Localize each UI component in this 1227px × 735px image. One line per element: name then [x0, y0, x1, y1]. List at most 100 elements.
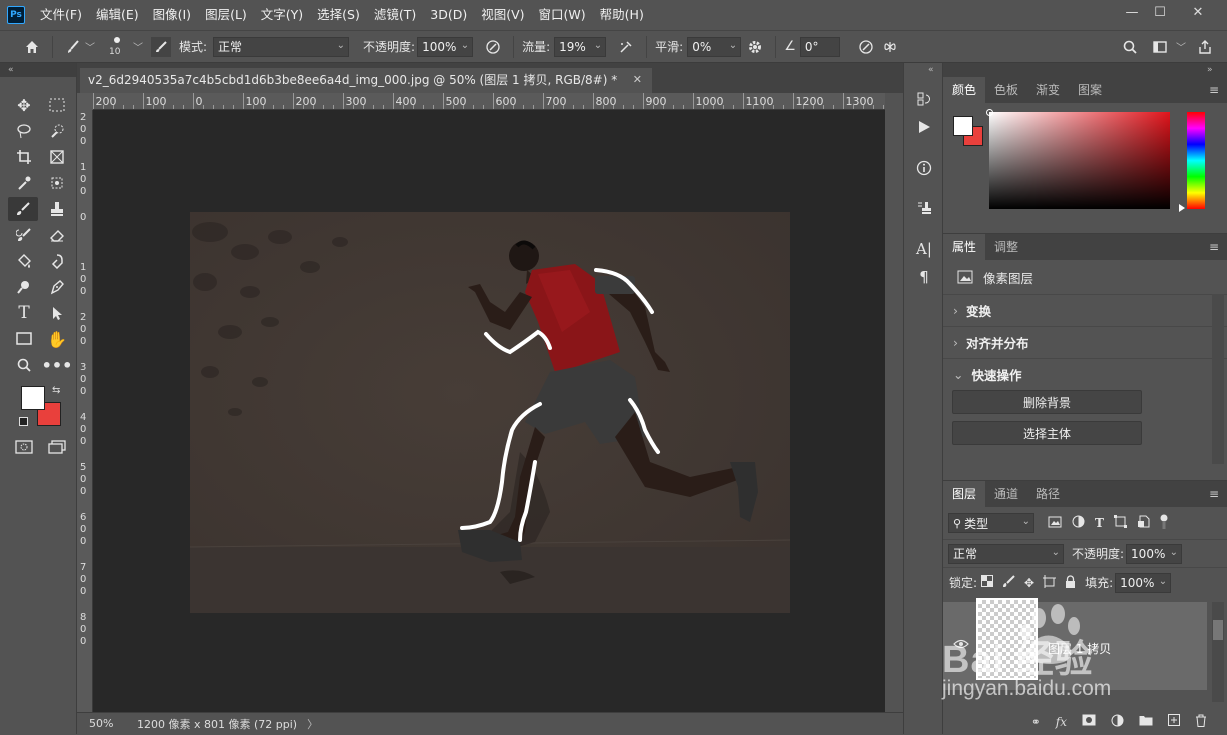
menu-edit[interactable]: 编辑(E) — [89, 0, 146, 30]
eyedropper-tool-icon[interactable] — [10, 171, 38, 195]
chevron-down-icon[interactable]: ﹀ — [133, 39, 143, 54]
move-tool-icon[interactable]: ✥ — [10, 93, 38, 117]
home-icon[interactable] — [20, 36, 44, 58]
maximize-icon[interactable]: ☐ — [1146, 0, 1174, 24]
minimize-icon[interactable]: — — [1118, 0, 1146, 24]
share-icon[interactable] — [1193, 36, 1217, 58]
collapse-arrows-icon[interactable]: » — [943, 63, 1227, 77]
more-tools-icon[interactable]: ••• — [42, 353, 73, 377]
airbrush-icon[interactable] — [614, 36, 638, 58]
pressure-size-icon[interactable] — [854, 36, 878, 58]
path-selection-tool-icon[interactable] — [43, 301, 71, 325]
link-layers-icon[interactable]: ⚭ — [1031, 715, 1041, 729]
flow-input[interactable]: 19% ⌄ — [554, 36, 607, 57]
menu-select[interactable]: 选择(S) — [310, 0, 367, 30]
hue-slider-marker[interactable] — [1179, 204, 1185, 212]
screen-mode-icon[interactable] — [43, 435, 71, 459]
document-tab[interactable]: v2_6d2940535a7c4b5cbd1d6b3be8ee6a4d_img_… — [80, 68, 652, 93]
pressure-opacity-icon[interactable] — [481, 36, 505, 58]
menu-file[interactable]: 文件(F) — [33, 0, 89, 30]
fx-icon[interactable]: fx — [1056, 715, 1067, 729]
section-align-distribute[interactable]: › 对齐并分布 — [943, 326, 1227, 358]
eraser-tool-icon[interactable] — [43, 223, 71, 247]
filter-shape-icon[interactable] — [1113, 515, 1127, 531]
menu-window[interactable]: 窗口(W) — [532, 0, 593, 30]
paragraph-icon[interactable]: ¶ — [912, 265, 936, 289]
chevron-down-icon[interactable]: ﹀ — [85, 39, 95, 54]
add-mask-icon[interactable] — [1082, 714, 1096, 729]
object-selection-tool-icon[interactable] — [43, 171, 71, 195]
actions-play-icon[interactable] — [912, 115, 936, 139]
collapse-arrows-icon[interactable]: « — [0, 63, 76, 77]
layer-name[interactable]: 图层 1 拷贝 — [1048, 640, 1111, 657]
section-transform[interactable]: › 变换 — [943, 294, 1227, 326]
expand-arrows-icon[interactable]: « — [928, 65, 934, 75]
filter-type-icon[interactable]: T — [1095, 516, 1104, 530]
history-icon[interactable] — [912, 87, 936, 111]
tab-patterns[interactable]: 图案 — [1069, 77, 1111, 103]
filter-toggle-icon[interactable] — [1160, 514, 1168, 533]
workspace-icon[interactable] — [1148, 36, 1172, 58]
tab-swatches[interactable]: 色板 — [985, 77, 1027, 103]
brush-size-picker[interactable]: 10 — [105, 32, 129, 62]
info-icon[interactable] — [912, 156, 936, 180]
close-icon[interactable]: ✕ — [1181, 0, 1215, 24]
fill-input[interactable]: 100% ⌄ — [1115, 572, 1172, 593]
mode-select[interactable]: 正常 ⌄ — [213, 36, 350, 57]
history-brush-tool-icon[interactable] — [10, 223, 38, 247]
search-icon[interactable] — [1118, 36, 1142, 58]
tab-channels[interactable]: 通道 — [985, 481, 1027, 507]
color-picker-field[interactable] — [989, 112, 1170, 209]
lock-all-icon[interactable] — [1065, 574, 1076, 591]
layer-opacity-input[interactable]: 100% ⌄ — [1126, 543, 1183, 564]
brush-tool-icon[interactable] — [8, 197, 38, 221]
dodge-tool-icon[interactable] — [10, 275, 38, 299]
document-image[interactable] — [190, 212, 790, 613]
pen-tool-icon[interactable] — [43, 275, 71, 299]
remove-background-button[interactable]: 删除背景 — [952, 390, 1142, 414]
tab-paths[interactable]: 路径 — [1027, 481, 1069, 507]
layers-scrollbar[interactable] — [1212, 602, 1224, 702]
character-icon[interactable]: A| — [912, 237, 936, 261]
chevron-down-icon[interactable]: ﹀ — [1176, 39, 1186, 54]
select-subject-button[interactable]: 选择主体 — [952, 421, 1142, 445]
delete-layer-icon[interactable] — [1195, 714, 1207, 730]
tab-layers[interactable]: 图层 — [943, 481, 986, 507]
lock-pixels-icon[interactable] — [1002, 574, 1015, 591]
opacity-input[interactable]: 100% ⌄ — [417, 36, 474, 57]
brush-preset-icon[interactable] — [61, 36, 85, 58]
tab-adjustments[interactable]: 调整 — [985, 234, 1027, 260]
marquee-tool-icon[interactable] — [43, 93, 71, 117]
filter-pixel-icon[interactable] — [1048, 516, 1062, 531]
vertical-scrollbar[interactable] — [885, 93, 903, 712]
tab-close-icon[interactable]: ✕ — [633, 68, 642, 92]
new-layer-icon[interactable] — [1168, 714, 1180, 729]
symmetry-icon[interactable] — [878, 36, 902, 58]
color-picker-cursor[interactable] — [986, 109, 993, 116]
blend-mode-select[interactable]: 正常 ⌄ — [948, 543, 1064, 564]
frame-tool-icon[interactable] — [43, 145, 71, 169]
menu-3d[interactable]: 3D(D) — [423, 0, 474, 30]
gear-icon[interactable] — [743, 36, 767, 58]
panel-menu-icon[interactable]: ≡ — [1209, 240, 1219, 254]
quick-selection-tool-icon[interactable] — [43, 119, 71, 143]
new-group-folder-icon[interactable] — [1139, 714, 1153, 729]
layer-filter-select[interactable]: ⚲ 类型 ⌄ — [948, 513, 1034, 533]
zoom-level[interactable]: 50% — [89, 717, 129, 730]
brush-panel-icon[interactable] — [151, 36, 171, 57]
tab-properties[interactable]: 属性 — [943, 234, 986, 260]
lock-artboard-icon[interactable] — [1043, 574, 1057, 591]
paint-bucket-tool-icon[interactable] — [10, 249, 38, 273]
status-menu-arrow-icon[interactable]: 〉 — [307, 716, 318, 732]
menu-image[interactable]: 图像(I) — [146, 0, 198, 30]
properties-scrollbar[interactable] — [1212, 294, 1224, 464]
color-foreground-swatch[interactable] — [953, 116, 973, 136]
filter-adjustment-icon[interactable] — [1072, 515, 1085, 531]
foreground-color-swatch[interactable] — [21, 386, 45, 410]
lasso-tool-icon[interactable] — [10, 119, 38, 143]
hue-slider[interactable] — [1187, 112, 1205, 209]
swap-colors-icon[interactable]: ⇆ — [52, 385, 60, 396]
new-adjustment-icon[interactable] — [1111, 714, 1124, 730]
menu-layer[interactable]: 图层(L) — [198, 0, 254, 30]
tab-color[interactable]: 颜色 — [943, 77, 986, 103]
